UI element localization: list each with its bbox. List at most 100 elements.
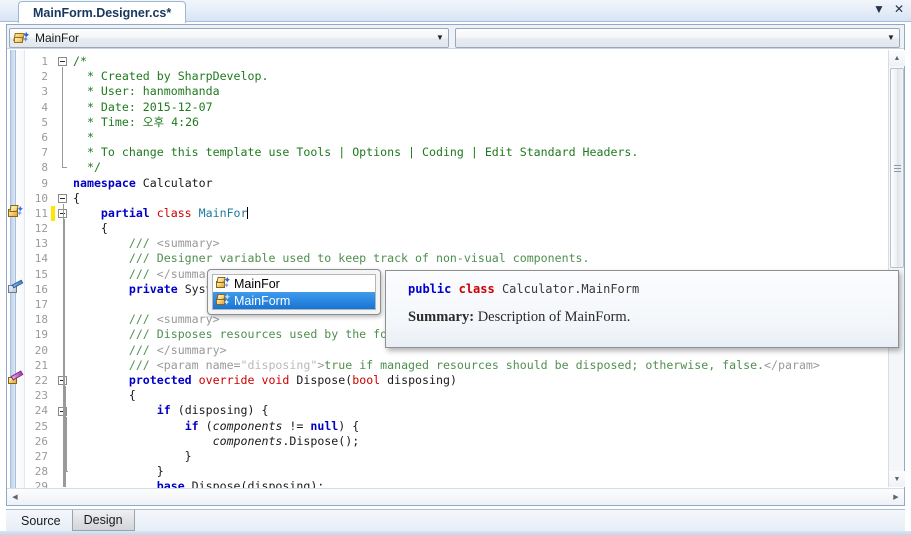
member-combobox[interactable]: ▼ bbox=[455, 27, 900, 48]
vertical-scrollbar[interactable]: ▲ ▼ bbox=[888, 50, 905, 487]
close-icon[interactable]: ✕ bbox=[894, 3, 904, 15]
line-number: 6 bbox=[41, 130, 48, 144]
code-token: * Time: 오후 4:26 bbox=[73, 114, 200, 129]
code-folding-margin[interactable] bbox=[56, 50, 72, 505]
text-caret bbox=[247, 206, 249, 219]
code-token: override void bbox=[198, 372, 297, 387]
code-completion-popup[interactable]: ✦ ✦ MainFor ✦ ✦ MainForm bbox=[207, 269, 381, 315]
line-number: 1 bbox=[41, 55, 48, 68]
code-line[interactable]: { bbox=[73, 191, 888, 206]
code-token: private bbox=[128, 281, 178, 296]
code-token: /// Designer variable used to keep track… bbox=[73, 251, 590, 266]
code-line[interactable]: /// <summary> bbox=[73, 236, 888, 251]
code-line[interactable]: namespace Calculator bbox=[73, 176, 888, 191]
code-token: <summary> bbox=[156, 236, 220, 251]
code-token: * User: hanmomhanda bbox=[73, 84, 220, 99]
sharpdevelop-editor-window: MainForm.Designer.cs* ▼ ✕ ✦ ✦ MainFor ▼ ▼ bbox=[0, 0, 911, 535]
code-token: class bbox=[156, 205, 192, 220]
code-line[interactable]: partial class MainFor bbox=[73, 206, 888, 221]
code-token: </param> bbox=[764, 357, 820, 372]
code-token: null bbox=[310, 418, 339, 433]
view-tab-design[interactable]: Design bbox=[71, 510, 135, 531]
class-bookmark-icon[interactable]: ✦ ✦ bbox=[8, 205, 24, 219]
code-completion-list[interactable]: ✦ ✦ MainFor ✦ ✦ MainForm bbox=[212, 274, 376, 310]
fold-toggle[interactable] bbox=[58, 57, 67, 66]
code-token: disposing) bbox=[380, 372, 457, 387]
line-number: 11 bbox=[34, 206, 48, 220]
code-line[interactable]: if (disposing) { bbox=[73, 403, 888, 418]
code-line[interactable]: if (components != null) { bbox=[73, 419, 888, 434]
completion-item[interactable]: ✦ ✦ MainForm bbox=[213, 292, 375, 309]
code-token: (disposing) { bbox=[170, 403, 269, 418]
code-line[interactable]: /// Designer variable used to keep track… bbox=[73, 251, 888, 266]
line-number: 26 bbox=[34, 434, 48, 448]
scroll-down-arrow-icon[interactable]: ▼ bbox=[889, 471, 905, 487]
vertical-scrollbar-thumb[interactable] bbox=[890, 68, 904, 268]
code-line[interactable]: protected override void Dispose(bool dis… bbox=[73, 373, 888, 388]
code-token: * bbox=[73, 129, 94, 144]
chevron-down-icon[interactable]: ▼ bbox=[873, 3, 885, 15]
class-icon: ✦ ✦ bbox=[215, 276, 232, 291]
code-token: ( bbox=[198, 418, 213, 433]
line-number: 23 bbox=[34, 389, 48, 403]
type-combobox-value: MainFor bbox=[35, 30, 80, 45]
code-line[interactable]: * User: hanmomhanda bbox=[73, 84, 888, 99]
code-token: partial bbox=[73, 205, 157, 220]
line-number: 19 bbox=[34, 328, 48, 342]
code-line[interactable]: /// <param name="disposing">true if mana… bbox=[73, 358, 888, 373]
scroll-left-arrow-icon[interactable]: ◀ bbox=[7, 489, 23, 505]
horizontal-scrollbar[interactable]: ◀ ▶ bbox=[7, 488, 904, 505]
code-token: /* bbox=[73, 54, 87, 68]
code-token: Calculator bbox=[135, 175, 213, 190]
type-combobox[interactable]: ✦ ✦ MainFor ▼ bbox=[9, 27, 449, 48]
code-line[interactable]: components.Dispose(); bbox=[73, 434, 888, 449]
tooltip-summary: Summary: Description of MainForm. bbox=[408, 309, 882, 326]
code-token: namespace bbox=[73, 175, 136, 190]
view-tab-source[interactable]: Source bbox=[10, 510, 72, 531]
code-line[interactable]: { bbox=[73, 388, 888, 403]
completion-item[interactable]: ✦ ✦ MainFor bbox=[213, 275, 375, 292]
line-number: 5 bbox=[41, 115, 48, 129]
class-icon: ✦ ✦ bbox=[13, 30, 30, 45]
code-token: /// bbox=[73, 357, 157, 372]
chevron-down-icon[interactable]: ▼ bbox=[432, 29, 448, 47]
code-line[interactable]: /* bbox=[73, 54, 888, 69]
code-token: /// bbox=[73, 266, 157, 281]
document-tab-mainform-designer[interactable]: MainForm.Designer.cs* bbox=[18, 1, 187, 23]
line-number: 9 bbox=[41, 176, 48, 190]
code-line[interactable]: } bbox=[73, 449, 888, 464]
fold-toggle[interactable] bbox=[58, 193, 67, 203]
line-number: 25 bbox=[34, 419, 48, 433]
line-number: 4 bbox=[41, 100, 48, 114]
tooltip-summary-text: Description of MainForm. bbox=[477, 309, 631, 325]
line-number: 28 bbox=[34, 465, 48, 479]
change-marker-bar bbox=[51, 50, 55, 505]
line-number: 10 bbox=[34, 191, 48, 205]
code-line[interactable]: * Time: 오후 4:26 bbox=[73, 115, 888, 130]
code-token: true if managed resources should be disp… bbox=[324, 357, 765, 372]
code-token: } bbox=[73, 464, 164, 479]
code-line[interactable]: */ bbox=[73, 160, 888, 175]
chevron-down-icon[interactable]: ▼ bbox=[883, 29, 899, 47]
field-bookmark-icon[interactable] bbox=[8, 279, 24, 295]
scroll-right-arrow-icon[interactable]: ▶ bbox=[888, 489, 904, 505]
code-token: ) { bbox=[338, 418, 360, 433]
code-editor-body[interactable]: ✦ ✦ 1 2 3 4 5 6 7 8 9 10 11 12 13 14 15 16 17 18 19 20 21 22 23… bbox=[7, 50, 904, 505]
code-line[interactable]: * To change this template use Tools | Op… bbox=[73, 145, 888, 160]
method-bookmark-icon[interactable] bbox=[8, 370, 24, 386]
code-line[interactable]: * Created by SharpDevelop. bbox=[73, 69, 888, 84]
view-tab-label: Design bbox=[83, 513, 123, 527]
tooltip-signature: public class Calculator.MainForm bbox=[408, 282, 882, 296]
fold-connector-end bbox=[63, 471, 68, 473]
scroll-up-arrow-icon[interactable]: ▲ bbox=[889, 50, 905, 66]
code-token: if bbox=[184, 418, 199, 433]
icon-bookmark-margin[interactable]: ✦ ✦ bbox=[7, 50, 25, 505]
margin-accent-strip bbox=[10, 50, 16, 505]
code-line[interactable]: { bbox=[73, 221, 888, 236]
code-line[interactable]: * bbox=[73, 130, 888, 145]
code-line[interactable]: } bbox=[73, 464, 888, 479]
fold-connector bbox=[66, 416, 67, 472]
code-line[interactable]: * Date: 2015-12-07 bbox=[73, 100, 888, 115]
